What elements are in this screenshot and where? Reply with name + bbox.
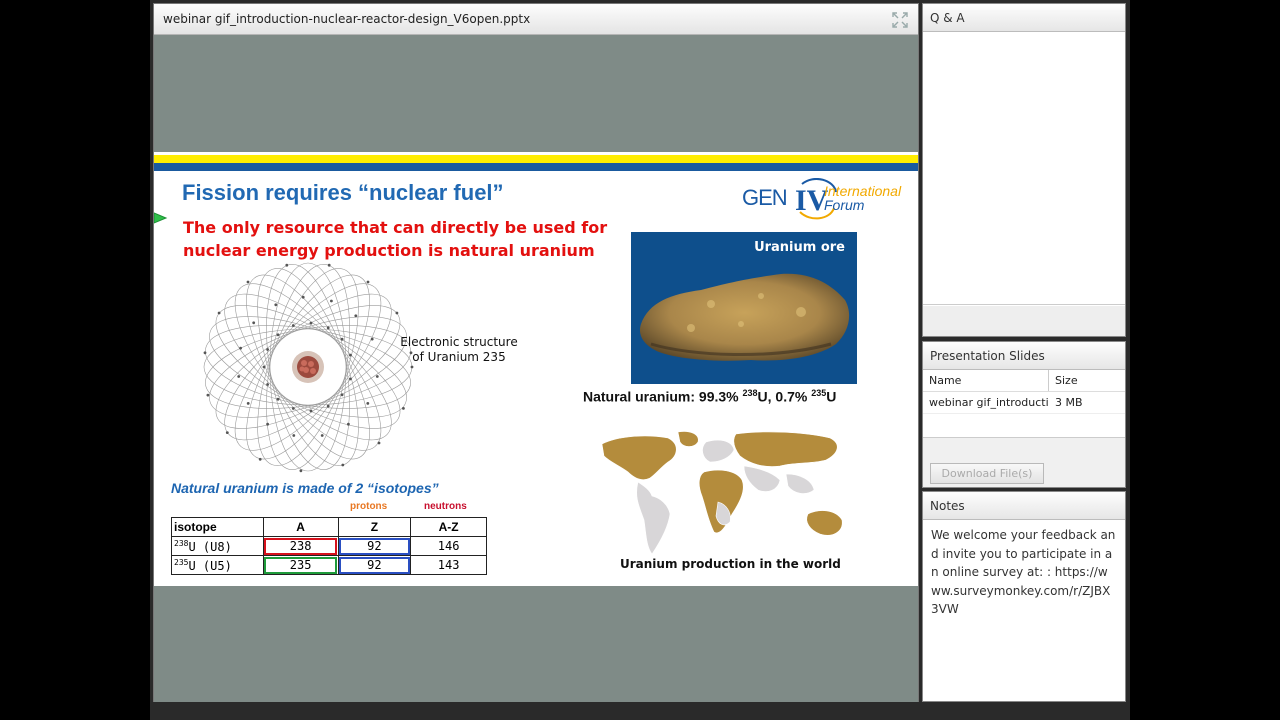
electronic-structure-label: Electronic structure of Uranium 235 [394, 335, 524, 365]
header-isotope: isotope [171, 517, 264, 537]
table-row: 238U (U8) 238 92 146 [171, 536, 487, 556]
presentation-slides-pod: Presentation Slides Name Size webinar gi… [922, 341, 1126, 488]
mass-number-cell: 235 [262, 555, 339, 575]
electronic-label-line2: of Uranium 235 [412, 350, 506, 364]
share-pod-title: webinar gif_introduction-nuclear-reactor… [163, 12, 531, 26]
isotopes-heading: Natural uranium is made of 2 “isotopes” [171, 480, 439, 496]
slide-subtitle: The only resource that can directly be u… [183, 218, 608, 260]
isotope-table: isotope A Z A-Z 238U (U8) 238 92 146 235… [171, 517, 487, 575]
presentation-slide: Fission requires “nuclear fuel” The only… [154, 152, 918, 586]
slide-header-band-yellow [154, 155, 918, 163]
qa-pod: Q & A [922, 3, 1126, 337]
electronic-label-line1: Electronic structure [400, 335, 518, 349]
qa-pod-title: Q & A [923, 4, 1125, 32]
file-name: webinar gif_introductior [929, 396, 1049, 409]
uranium-atom-diagram [203, 262, 414, 473]
header-a-z: A-Z [410, 517, 487, 537]
share-stage: Fission requires “nuclear fuel” The only… [154, 35, 918, 702]
table-row: 235U (U5) 235 92 143 [171, 555, 487, 575]
world-uranium-map [601, 431, 843, 555]
isotope-label: U (U5) [188, 558, 232, 573]
slide-title: Fission requires “nuclear fuel” [182, 180, 504, 205]
header-z: Z [337, 517, 412, 537]
neutron-count-cell: 143 [410, 555, 487, 575]
qa-footer [923, 306, 1125, 336]
notes-pod-title: Notes [923, 492, 1125, 520]
fullscreen-icon[interactable] [892, 12, 908, 28]
share-pod-title-bar: webinar gif_introduction-nuclear-reactor… [154, 4, 918, 35]
download-files-button[interactable]: Download File(s) [930, 463, 1044, 484]
natural-uranium-caption: Natural uranium: 99.3% 238U, 0.7% 235U [583, 388, 836, 405]
share-pod: webinar gif_introduction-nuclear-reactor… [153, 3, 919, 702]
file-list-header: Name Size [923, 370, 1125, 392]
file-list-empty-space [923, 414, 1125, 438]
neutrons-hint: neutrons [424, 501, 467, 512]
file-row[interactable]: webinar gif_introductior 3 MB [923, 392, 1125, 414]
table-header-row: isotope A Z A-Z [171, 517, 487, 537]
connect-app-window: webinar gif_introduction-nuclear-reactor… [150, 0, 1130, 720]
file-size: 3 MB [1055, 396, 1083, 409]
header-a: A [262, 517, 339, 537]
notes-pod: Notes We welcome your feedback and invit… [922, 491, 1126, 702]
column-name-header[interactable]: Name [923, 370, 1049, 391]
gen-iv-forum-logo: GEN IV International Forum [742, 178, 902, 220]
caption-isotope-238: 238 [742, 388, 758, 398]
caption-isotope-235: 235 [811, 388, 827, 398]
isotope-cell: 238U (U8) [171, 536, 264, 556]
column-size-header[interactable]: Size [1049, 370, 1084, 391]
isotope-mass: 235 [174, 557, 189, 567]
isotope-cell: 235U (U5) [171, 555, 264, 575]
map-caption: Uranium production in the world [620, 557, 841, 571]
svg-text:Forum: Forum [824, 197, 865, 213]
caption-mid: U, 0.7% [757, 388, 812, 405]
slides-pod-title: Presentation Slides [923, 342, 1125, 370]
uranium-ore-photo: Uranium ore [631, 232, 857, 384]
caption-suffix: U [826, 388, 837, 405]
neutron-count-cell: 146 [410, 536, 487, 556]
isotope-mass: 238 [174, 538, 189, 548]
caption-prefix: Natural uranium: 99.3% [583, 388, 743, 405]
isotope-label: U (U8) [188, 539, 232, 554]
notes-text: We welcome your feedback and invite you … [931, 528, 1116, 616]
proton-count-cell: 92 [337, 555, 412, 575]
pointer-arrow-icon [154, 212, 168, 224]
proton-count-cell: 92 [337, 536, 412, 556]
slide-header-band-blue [154, 163, 918, 171]
svg-text:GEN: GEN [742, 185, 787, 210]
mass-number-cell: 238 [262, 536, 339, 556]
qa-message-area[interactable] [923, 33, 1125, 305]
protons-hint: protons [350, 501, 388, 512]
uranium-ore-label: Uranium ore [754, 240, 845, 255]
